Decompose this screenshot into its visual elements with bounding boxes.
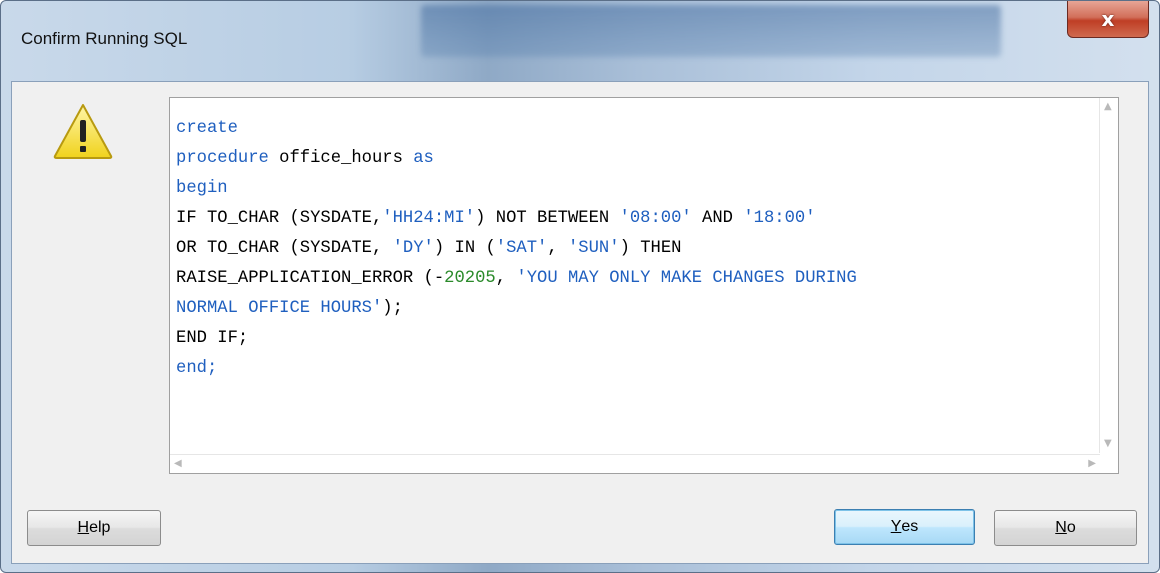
sql-token: ) THEN xyxy=(619,239,682,258)
sql-token: ); xyxy=(382,299,403,318)
sql-token: 'DY' xyxy=(392,239,434,258)
window-title: Confirm Running SQL xyxy=(21,29,188,48)
sql-token: NORMAL OFFICE HOURS' xyxy=(176,299,383,318)
sql-token: as xyxy=(413,149,434,168)
dialog-body: create procedure office_hours as begin IF T… xyxy=(11,81,1149,564)
yes-button[interactable]: Yes xyxy=(834,509,975,545)
yes-label: es xyxy=(901,518,919,535)
sql-line: OR TO_CHAR (SYSDATE, 'DY') IN ('SAT', 'S… xyxy=(176,234,857,264)
scroll-down-icon[interactable]: ▼ xyxy=(1104,439,1112,449)
blurred-background xyxy=(421,5,1001,57)
sql-line: END IF; xyxy=(176,324,857,354)
scroll-left-icon[interactable]: ◀ xyxy=(174,459,182,469)
horizontal-scrollbar[interactable]: ◀ ▶ xyxy=(170,454,1100,473)
sql-token: ) IN ( xyxy=(433,239,496,258)
sql-token: END IF; xyxy=(176,329,249,348)
yes-mnemonic: Y xyxy=(890,518,902,535)
sql-token: '18:00' xyxy=(743,209,816,228)
sql-code: create procedure office_hours as begin IF T… xyxy=(176,114,857,384)
no-label: o xyxy=(1066,519,1076,536)
sql-token: 'SAT' xyxy=(495,239,548,258)
sql-token: '08:00' xyxy=(619,209,692,228)
help-label: elp xyxy=(89,519,111,536)
sql-token: , xyxy=(547,239,568,258)
sql-line: begin xyxy=(176,174,857,204)
sql-line: RAISE_APPLICATION_ERROR (-20205, 'YOU MA… xyxy=(176,264,857,294)
title-bar[interactable]: Confirm Running SQL x xyxy=(1,1,1159,81)
sql-token: 'SUN' xyxy=(567,239,620,258)
sql-token: OR TO_CHAR (SYSDATE, xyxy=(176,239,393,258)
sql-token: procedure xyxy=(176,149,269,168)
sql-line: NORMAL OFFICE HOURS'); xyxy=(176,294,857,324)
sql-token: begin xyxy=(176,179,228,198)
help-button[interactable]: Help xyxy=(27,510,161,546)
sql-token: IF TO_CHAR (SYSDATE, xyxy=(176,209,383,228)
warning-icon xyxy=(53,104,113,159)
sql-token: create xyxy=(176,119,238,138)
close-icon: x xyxy=(1101,7,1115,31)
sql-token: ) NOT BETWEEN xyxy=(475,209,620,228)
sql-token: end; xyxy=(176,359,218,378)
sql-token: , xyxy=(495,269,517,288)
help-mnemonic: H xyxy=(77,519,90,536)
dialog-window: Confirm Running SQL x create procedure of… xyxy=(0,0,1160,573)
no-button[interactable]: No xyxy=(994,510,1137,546)
sql-line: end; xyxy=(176,354,857,384)
sql-text-area[interactable]: create procedure office_hours as begin IF T… xyxy=(169,97,1119,474)
sql-token: AND xyxy=(691,209,744,228)
no-mnemonic: N xyxy=(1055,519,1067,536)
scroll-right-icon[interactable]: ▶ xyxy=(1088,459,1096,469)
sql-token: 'YOU MAY ONLY MAKE CHANGES DURING xyxy=(516,269,857,288)
close-button[interactable]: x xyxy=(1067,1,1149,38)
sql-line: procedure office_hours as xyxy=(176,144,857,174)
sql-token: 'HH24:MI' xyxy=(382,209,476,228)
sql-line: IF TO_CHAR (SYSDATE,'HH24:MI') NOT BETWE… xyxy=(176,204,857,234)
vertical-scrollbar[interactable]: ▲ ▼ xyxy=(1099,98,1118,453)
sql-token: office_hours xyxy=(268,149,414,168)
sql-token: RAISE_APPLICATION_ERROR (- xyxy=(176,269,445,288)
scroll-up-icon[interactable]: ▲ xyxy=(1104,102,1112,112)
sql-line: create xyxy=(176,114,857,144)
sql-token: 20205 xyxy=(444,269,496,288)
